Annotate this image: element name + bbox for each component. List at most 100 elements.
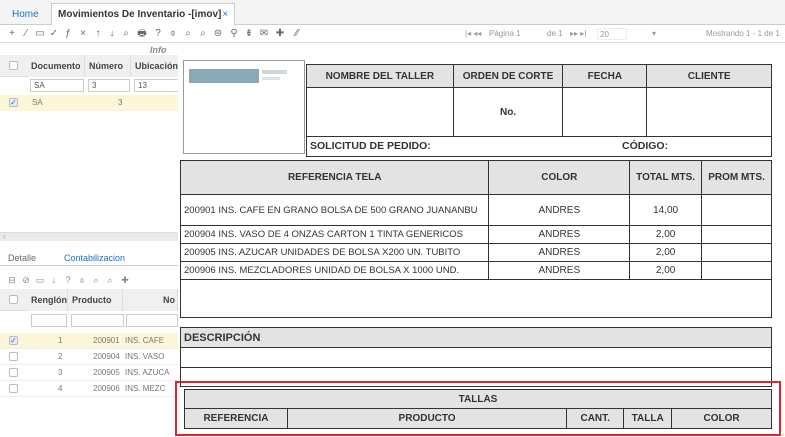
- tab-contabilizacion[interactable]: Contabilizacion: [64, 251, 125, 265]
- filter-ubicacion[interactable]: 13: [134, 79, 178, 92]
- company-logo: [189, 69, 259, 83]
- solicitud-row: SOLICITUD DE PEDIDO: CÓDIGO:: [306, 136, 772, 157]
- item-empty-row: [180, 279, 772, 318]
- solicitud-label: SOLICITUD DE PEDIDO:: [310, 140, 431, 152]
- toolbar-icon[interactable]: ↓: [106, 27, 118, 40]
- toolbar-icon[interactable]: ✉: [258, 27, 270, 40]
- toolbar-icon[interactable]: ⌕: [182, 27, 194, 40]
- column-numero[interactable]: Número: [86, 55, 131, 77]
- detail-toolbar-icon[interactable]: ⌽: [76, 275, 88, 286]
- item-row: 200901 INS. CAFE EN GRANO BOLSA DE 500 G…: [179, 194, 772, 226]
- toolbar-icon[interactable]: ✚: [274, 27, 286, 40]
- tab-home[interactable]: Home: [4, 5, 47, 25]
- filter-renglon[interactable]: [31, 314, 67, 327]
- items-table: REFERENCIA TELA COLOR TOTAL MTS. PROM MT…: [179, 160, 772, 318]
- item-empty-cell: [180, 279, 772, 318]
- page-size-select[interactable]: 20: [597, 28, 627, 40]
- item-row: 200906 INS. MEZCLADORES UNIDAD DE BOLSA …: [179, 261, 772, 280]
- chevron-down-icon[interactable]: ▾: [652, 28, 656, 40]
- table-row[interactable]: 3 200905 INS. AZUCA: [0, 365, 178, 381]
- item-ref: 200906 INS. MEZCLADORES UNIDAD DE BOLSA …: [179, 261, 490, 280]
- toolbar-icon[interactable]: 🖶: [136, 27, 148, 40]
- column-documento[interactable]: Documento: [28, 55, 85, 77]
- select-all-checkbox[interactable]: [9, 61, 18, 70]
- fecha-value: [562, 87, 648, 137]
- column-nombre[interactable]: No: [124, 289, 178, 311]
- descripcion-label: DESCRIPCIÓN: [184, 332, 261, 344]
- table-row[interactable]: 2 200904 INS. VASO: [0, 349, 178, 365]
- toolbar-icon[interactable]: ⚲: [228, 27, 240, 40]
- column-ubicacion[interactable]: Ubicación: [132, 55, 178, 77]
- logo-text-line: [262, 70, 287, 74]
- toolbar: |◂ ◂◂ Página 1 de 1 ▸▸ ▸| 20 ▾ Mostrando…: [0, 25, 785, 43]
- toolbar-icon[interactable]: +: [6, 27, 18, 40]
- toolbar-icon[interactable]: ?: [152, 27, 164, 40]
- row-producto: 200901: [93, 336, 120, 345]
- detail-toolbar-icon[interactable]: ⊟: [6, 275, 18, 286]
- row-nombre: INS. CAFE: [125, 336, 165, 345]
- row-renglon: 3: [58, 368, 63, 377]
- descripcion-line: [180, 348, 772, 368]
- logo-text-line: [262, 77, 280, 80]
- row-checkbox[interactable]: ✓: [9, 336, 18, 345]
- tab-detalle[interactable]: Detalle: [8, 251, 36, 265]
- pager-first-prev[interactable]: |◂ ◂◂: [465, 28, 481, 40]
- nombre-taller-value: [306, 87, 454, 137]
- toolbar-icon[interactable]: ↑: [92, 27, 104, 40]
- toolbar-icon[interactable]: ƒ: [62, 27, 74, 40]
- filter-documento[interactable]: SA: [30, 79, 84, 92]
- header-table: NOMBRE DEL TALLER ORDEN DE CORTE FECHA C…: [306, 64, 772, 137]
- toolbar-icon[interactable]: ⌕: [120, 27, 132, 40]
- toolbar-icon[interactable]: ▭: [34, 27, 46, 40]
- detail-toolbar-icon[interactable]: ⌕: [104, 275, 116, 286]
- toolbar-icon[interactable]: ⊜: [212, 27, 224, 40]
- item-color: ANDRES: [488, 243, 631, 262]
- detail-toolbar-icon[interactable]: ↓: [48, 275, 60, 285]
- tab-movimientos[interactable]: Movimientos De Inventario -[imov]×: [51, 3, 236, 25]
- column-renglon[interactable]: Renglón: [28, 289, 68, 311]
- row-nombre: INS. VASO: [125, 352, 165, 361]
- row-checkbox[interactable]: ✓: [9, 98, 18, 107]
- table-row[interactable]: [0, 95, 178, 111]
- row-producto: 200906: [93, 384, 120, 393]
- table-row[interactable]: ✓ 1 200901 INS. CAFE: [0, 333, 178, 349]
- item-color: ANDRES: [488, 225, 631, 244]
- info-label: Info: [150, 45, 167, 55]
- table-row[interactable]: 4 200906 INS. MEZC: [0, 381, 178, 397]
- detail-toolbar-icon[interactable]: ⊘: [20, 275, 32, 286]
- item-row: 200904 INS. VASO DE 4 ONZAS CARTON 1 TIN…: [179, 225, 772, 244]
- scroll-left-icon[interactable]: ‹: [3, 232, 6, 241]
- row-checkbox[interactable]: [9, 368, 18, 377]
- item-color: ANDRES: [488, 261, 631, 280]
- row-renglon: 1: [58, 336, 63, 345]
- detail-select-all-checkbox[interactable]: [9, 295, 18, 304]
- filter-numero[interactable]: 3: [88, 79, 130, 92]
- item-ref: 200904 INS. VASO DE 4 ONZAS CARTON 1 TIN…: [179, 225, 490, 244]
- row-checkbox[interactable]: [9, 384, 18, 393]
- toolbar-icon[interactable]: ⌽: [167, 27, 179, 40]
- close-icon[interactable]: ×: [222, 9, 228, 20]
- pager-next-last[interactable]: ▸▸ ▸|: [570, 28, 586, 40]
- column-producto[interactable]: Producto: [69, 289, 123, 311]
- toolbar-icon[interactable]: ⇟: [243, 27, 255, 40]
- toolbar-icon[interactable]: ×: [77, 27, 89, 40]
- toolbar-icon[interactable]: ∕: [20, 27, 32, 40]
- horizontal-scrollbar[interactable]: ‹: [0, 232, 178, 241]
- filter-producto[interactable]: [71, 314, 124, 327]
- detail-toolbar-icon[interactable]: ⌕: [90, 275, 102, 286]
- detail-toolbar-icon[interactable]: ✚: [119, 275, 131, 286]
- row-documento: SA: [32, 98, 43, 107]
- col-cliente: CLIENTE: [646, 64, 772, 88]
- row-checkbox[interactable]: [9, 352, 18, 361]
- detail-toolbar-icon[interactable]: ▭: [34, 275, 46, 286]
- cliente-value: [646, 87, 772, 137]
- toolbar-icon[interactable]: ⁄⁄: [291, 27, 303, 40]
- toolbar-icon[interactable]: ⌕: [197, 27, 209, 40]
- toolbar-icon[interactable]: ✓: [48, 27, 60, 40]
- detail-toolbar-icon[interactable]: ?: [62, 275, 74, 285]
- col-total-mts: TOTAL MTS.: [629, 160, 703, 195]
- row-renglon: 2: [58, 352, 63, 361]
- filter-nombre[interactable]: [126, 314, 178, 327]
- col-orden-corte: ORDEN DE CORTE: [452, 64, 564, 88]
- col-referencia-tela: REFERENCIA TELA: [179, 160, 490, 195]
